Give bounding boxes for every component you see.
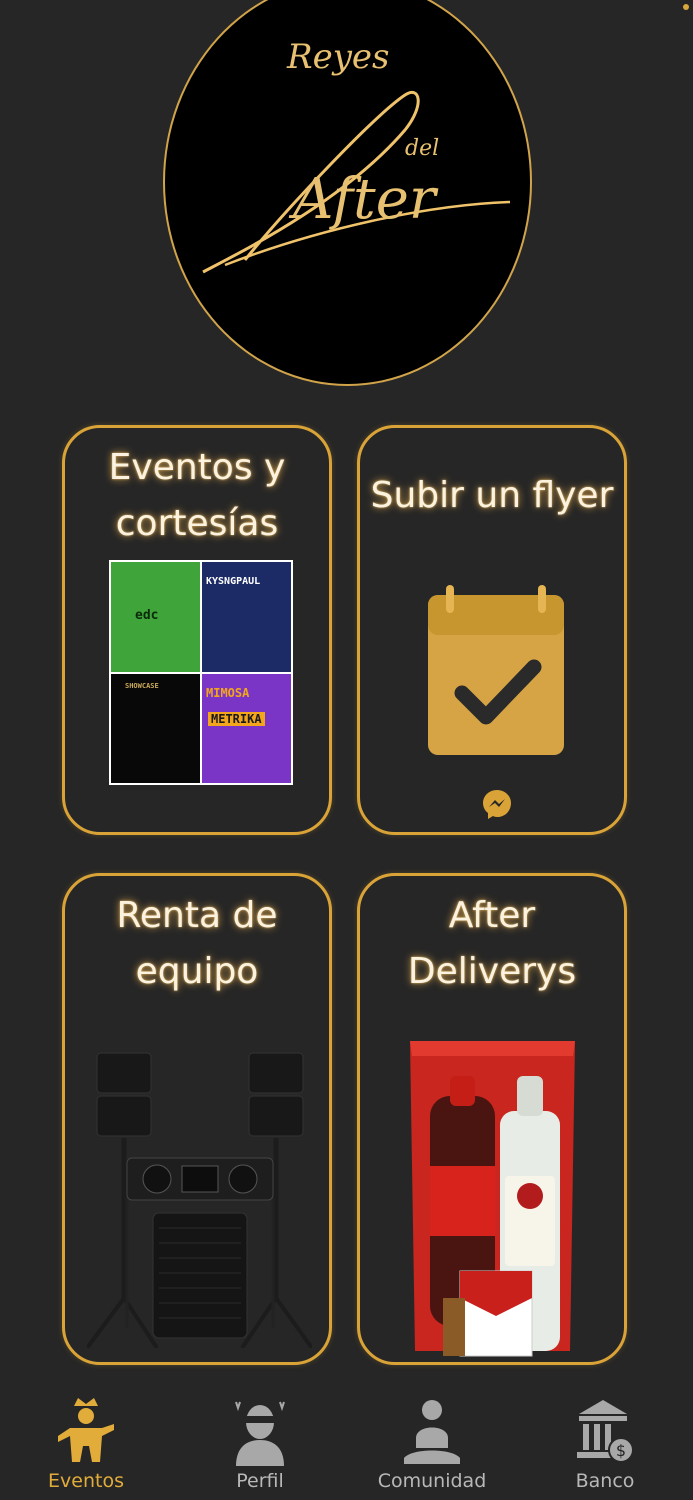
profile-icon: [235, 1401, 285, 1466]
equipment-rental-card-title: Renta de equipo: [116, 895, 278, 992]
equipment-rental-card[interactable]: Renta de equipo: [62, 873, 332, 1365]
nav-tab-perfil[interactable]: Perfil: [190, 1392, 330, 1500]
delivery-products-image: [410, 1041, 575, 1357]
nav-tab-eventos[interactable]: Eventos: [16, 1392, 156, 1500]
upload-flyer-card-title: Subir un flyer: [370, 475, 614, 516]
poster-kysngpaul: KYSNGPAUL: [202, 562, 291, 672]
poster-edc: edc: [111, 562, 200, 672]
bank-icon: $: [577, 1400, 634, 1463]
events-card[interactable]: Eventos y cortesías edc KYSNGPAUL SHOWCA…: [62, 425, 332, 835]
meditation-icon: [404, 1400, 460, 1464]
after-deliverys-card[interactable]: After Deliverys: [357, 873, 627, 1365]
poster-mimosa: MIMOSA METRIKA: [202, 673, 291, 783]
nav-label-perfil: Perfil: [236, 1470, 284, 1492]
nav-label-comunidad: Comunidad: [377, 1470, 487, 1492]
messenger-icon[interactable]: [481, 788, 513, 822]
calendar-check-icon: [428, 585, 564, 755]
logo-word-reyes: Reyes: [286, 37, 390, 77]
king-icon: [58, 1398, 114, 1462]
nav-tab-banco[interactable]: $ Banco: [535, 1392, 675, 1500]
logo-word-after: After: [288, 167, 439, 232]
svg-text:$: $: [616, 1441, 626, 1460]
upload-flyer-card[interactable]: Subir un flyer: [357, 425, 627, 835]
event-posters-collage: edc KYSNGPAUL SHOWCASE MIMOSA METRIKA: [109, 560, 293, 785]
after-deliverys-card-title: After Deliverys: [407, 895, 577, 992]
nav-label-banco: Banco: [575, 1470, 635, 1492]
nav-label-eventos: Eventos: [48, 1470, 124, 1492]
bottom-navigation: Eventos Perfil Comunidad $ Banco: [0, 1392, 693, 1500]
nav-tab-comunidad[interactable]: Comunidad: [362, 1392, 502, 1500]
logo-word-del: del: [405, 136, 439, 161]
app-logo: Reyes del After: [165, 0, 530, 384]
status-indicator-dot: [683, 4, 689, 10]
dj-equipment-image: [87, 1052, 312, 1348]
poster-showcase: SHOWCASE: [111, 673, 200, 783]
events-card-title: Eventos y cortesías: [108, 447, 286, 544]
